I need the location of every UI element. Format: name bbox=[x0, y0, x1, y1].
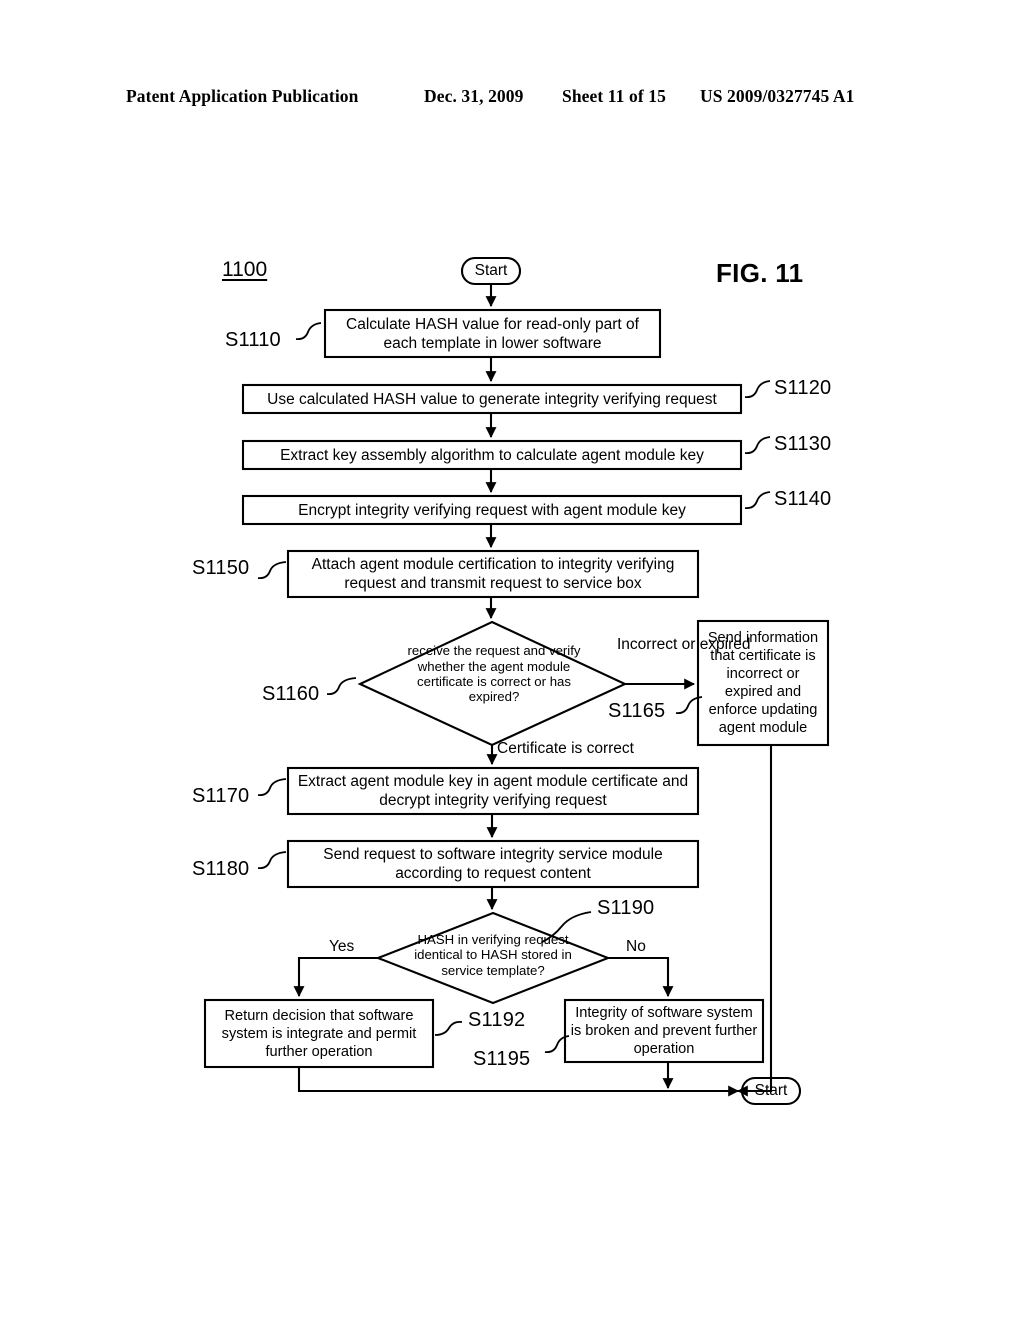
step-ref-s1195: S1195 bbox=[473, 1048, 531, 1070]
edge-label-no: No bbox=[626, 938, 646, 955]
s1110-box-shape bbox=[323, 308, 662, 359]
step-ref-s1150: S1150 bbox=[192, 557, 250, 579]
start-oval-top-label: Start bbox=[474, 262, 508, 279]
leader-s1180 bbox=[257, 851, 287, 870]
leader-s1170 bbox=[257, 778, 287, 797]
s1180-box-shape bbox=[286, 839, 700, 889]
edge-label-incorrect-or-expired: Incorrect or expired bbox=[617, 636, 751, 653]
leader-s1140 bbox=[744, 491, 771, 510]
step-ref-s1165: S1165 bbox=[608, 700, 666, 722]
s1192-box-shape bbox=[203, 998, 435, 1069]
step-ref-s1180: S1180 bbox=[192, 858, 250, 880]
step-ref-s1110: S1110 bbox=[225, 329, 281, 351]
flowchart-diagram bbox=[203, 256, 830, 1106]
s1170-box-shape bbox=[286, 766, 700, 816]
s1190-diamond-shape bbox=[375, 911, 611, 1005]
leader-s1150 bbox=[257, 561, 287, 580]
edge-label-yes: Yes bbox=[329, 938, 355, 955]
s1140-box-shape bbox=[241, 494, 743, 526]
s1160-diamond-shape bbox=[357, 620, 628, 747]
leader-s1160 bbox=[326, 677, 357, 696]
step-ref-s1190: S1190 bbox=[597, 897, 655, 919]
patent-figure-page: Patent Application Publication Dec. 31, … bbox=[0, 0, 1024, 1320]
s1195-box-shape bbox=[563, 998, 765, 1064]
leader-s1192 bbox=[434, 1020, 463, 1036]
step-ref-s1170: S1170 bbox=[192, 785, 250, 807]
leader-s1190 bbox=[541, 911, 592, 943]
s1120-box-shape bbox=[241, 383, 743, 415]
step-ref-s1140: S1140 bbox=[774, 488, 832, 510]
step-ref-s1192: S1192 bbox=[468, 1009, 526, 1031]
step-ref-s1160: S1160 bbox=[262, 683, 320, 705]
s1150-box-shape bbox=[286, 549, 700, 599]
start-oval-bottom-label: Start bbox=[754, 1082, 788, 1099]
leader-s1110 bbox=[295, 322, 322, 341]
edge-label-certificate-is-correct: Certificate is correct bbox=[497, 740, 634, 757]
edge-s1190-no-to-s1195 bbox=[608, 956, 674, 998]
step-ref-s1130: S1130 bbox=[774, 433, 832, 455]
s1130-box-shape bbox=[241, 439, 743, 471]
step-ref-s1120: S1120 bbox=[774, 377, 832, 399]
leader-s1130 bbox=[744, 436, 771, 455]
edge-s1190-yes-to-s1192 bbox=[293, 956, 378, 998]
edge-s1165-to-start-bottom bbox=[736, 745, 773, 1097]
leader-s1120 bbox=[744, 380, 771, 399]
